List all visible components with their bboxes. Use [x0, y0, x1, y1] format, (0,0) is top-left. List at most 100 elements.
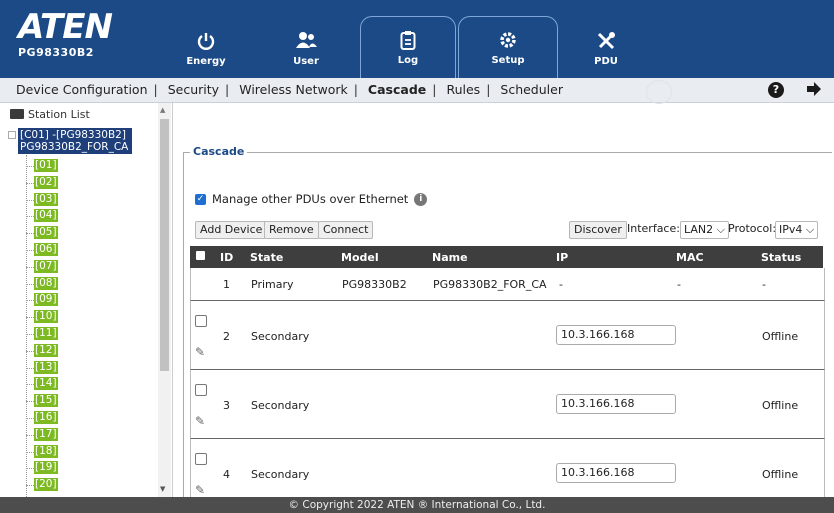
tree-connector — [26, 451, 34, 453]
port-label: [14] — [34, 377, 58, 391]
table-row: ✎ 4 Secondary 10.3.166.168 Offline — [190, 439, 825, 497]
chevron-down-icon: ⌵ — [716, 223, 725, 236]
logo-text: ATEN — [18, 7, 113, 47]
info-icon[interactable]: i — [414, 192, 428, 206]
nav-energy[interactable]: Energy — [170, 18, 242, 76]
nav-log[interactable]: Log — [360, 16, 456, 79]
tree-connector — [26, 216, 34, 218]
station-list-panel: Station List [C01] -[PG98330B2] PG98330B… — [0, 103, 173, 497]
tree-connector — [26, 485, 34, 487]
device-model: PG98330B2 — [18, 46, 94, 59]
row-model: PG98330B2 — [342, 278, 407, 291]
select-all-checkbox[interactable] — [196, 251, 205, 260]
port-label: [07] — [34, 259, 58, 273]
port-label: [15] — [34, 394, 58, 408]
row-checkbox[interactable] — [195, 384, 207, 396]
port-label: [10] — [34, 310, 58, 324]
row-id: 3 — [223, 399, 230, 412]
row-name: PG98330B2_FOR_CA — [433, 278, 547, 291]
station-selected-name: PG98330B2_FOR_CA — [20, 141, 129, 153]
tools-icon — [597, 32, 615, 50]
protocol-select[interactable]: IPv4 ⌵ — [775, 221, 819, 239]
tree-connector — [26, 434, 34, 436]
port-label: [08] — [34, 276, 58, 290]
manage-pdus-option[interactable]: ✓ Manage other PDUs over Ethernet i — [195, 192, 428, 206]
col-state: State — [250, 251, 284, 264]
col-ip: IP — [556, 251, 569, 264]
port-label: [04] — [34, 209, 58, 223]
col-model: Model — [341, 251, 379, 264]
tree-connector — [26, 468, 34, 470]
row-ip-input[interactable]: 10.3.166.168 — [556, 325, 676, 345]
discover-button[interactable]: Discover — [569, 221, 627, 239]
port-label: [17] — [34, 427, 58, 441]
table-row: ✎ 3 Secondary 10.3.166.168 Offline — [190, 370, 825, 439]
station-selected-id: [C01] -[PG98330B2] — [20, 129, 126, 141]
row-ip-input[interactable]: 10.3.166.168 — [556, 463, 676, 483]
row-state: Secondary — [251, 330, 310, 343]
port-label: [20] — [34, 478, 58, 492]
tree-connector — [26, 418, 34, 419]
remove-button[interactable]: Remove — [264, 221, 319, 239]
gear-icon — [500, 32, 516, 48]
row-mac: - — [677, 278, 681, 291]
station-selected[interactable]: [C01] -[PG98330B2] PG98330B2_FOR_CA — [18, 128, 132, 154]
row-id: 1 — [223, 278, 230, 291]
port-label: [18] — [34, 444, 58, 458]
nav-user-label: User — [293, 56, 319, 67]
scroll-down-icon[interactable]: ▼ — [160, 485, 165, 493]
submenu-scheduler[interactable]: Scheduler — [500, 82, 563, 97]
col-id: ID — [220, 251, 234, 264]
row-ip-input[interactable]: 10.3.166.168 — [556, 394, 676, 414]
interface-select[interactable]: LAN2 ⌵ — [680, 221, 729, 239]
col-mac: MAC — [676, 251, 704, 264]
row-status: - — [762, 278, 766, 291]
table-row: 1 Primary PG98330B2 PG98330B2_FOR_CA - -… — [190, 268, 825, 301]
submenu-wireless-network[interactable]: Wireless Network — [239, 82, 347, 97]
row-checkbox[interactable] — [195, 453, 207, 465]
port-label: [16] — [34, 411, 58, 424]
tree-connector — [26, 384, 34, 386]
table-row: ✎ 2 Secondary 10.3.166.168 Offline — [190, 301, 825, 370]
nav-pdu[interactable]: PDU — [570, 18, 642, 76]
tree-connector — [26, 367, 34, 369]
tree-node-icon — [8, 131, 16, 139]
cascade-table-header: ID State Model Name IP MAC Status — [190, 246, 823, 268]
folder-icon — [10, 109, 24, 119]
tree-connector — [26, 266, 34, 268]
port-label: [02] — [34, 175, 58, 189]
port-label: [01] — [34, 159, 58, 172]
manage-pdus-checkbox[interactable]: ✓ — [195, 193, 206, 205]
port-label: [19] — [34, 461, 58, 475]
nav-user[interactable]: User — [270, 18, 342, 76]
add-device-button[interactable]: Add Device — [195, 221, 268, 239]
row-status: Offline — [762, 399, 799, 412]
logout-icon[interactable] — [806, 81, 822, 100]
submenu-security[interactable]: Security — [168, 82, 219, 97]
connect-button[interactable]: Connect — [318, 221, 374, 239]
submenu-device-configuration[interactable]: Device Configuration — [16, 82, 148, 97]
row-ip: - — [559, 278, 563, 291]
submenu-cascade[interactable]: Cascade — [368, 82, 426, 97]
tree-connector — [26, 334, 34, 335]
interface-value: LAN2 — [684, 223, 714, 236]
port-label: [09] — [34, 293, 58, 307]
edit-pencil-icon[interactable]: ✎ — [195, 345, 205, 359]
edit-pencil-icon[interactable]: ✎ — [195, 414, 205, 428]
scrollbar-thumb[interactable] — [160, 119, 169, 371]
tree-connector — [26, 350, 34, 352]
row-state: Secondary — [251, 399, 310, 412]
col-name: Name — [432, 251, 468, 264]
nav-setup[interactable]: Setup — [458, 16, 558, 79]
aten-logo: ATEN PG98330B2 — [18, 7, 113, 59]
edit-pencil-icon[interactable]: ✎ — [195, 483, 205, 497]
tree-connector — [26, 182, 34, 184]
submenu-rules[interactable]: Rules — [446, 82, 480, 97]
row-checkbox[interactable] — [195, 315, 207, 327]
protocol-value: IPv4 — [779, 223, 803, 236]
row-id: 4 — [223, 468, 230, 481]
help-icon[interactable]: ? — [768, 82, 784, 98]
tree-connector — [26, 283, 34, 285]
scroll-up-icon[interactable]: ▲ — [160, 106, 165, 114]
row-status: Offline — [762, 330, 799, 343]
